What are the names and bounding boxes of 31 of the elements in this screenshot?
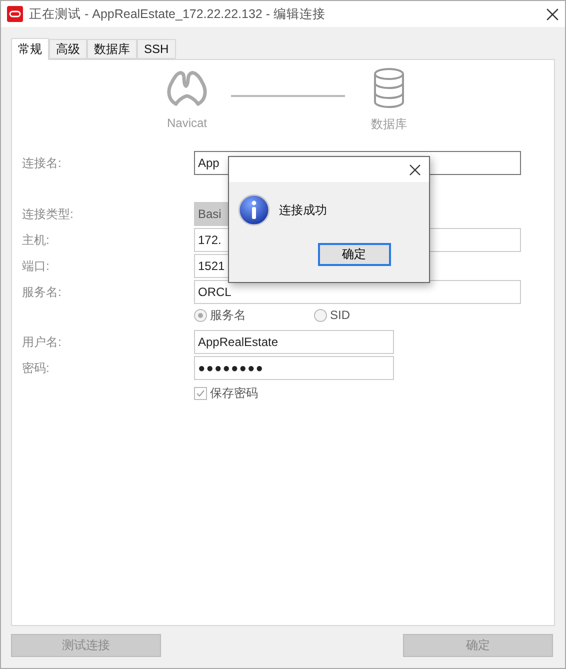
info-icon bbox=[238, 194, 270, 226]
field-label: 连接类型: bbox=[21, 206, 74, 222]
tab[interactable]: 高级 bbox=[49, 39, 87, 59]
radio-button[interactable] bbox=[314, 308, 327, 322]
field-label: 密码: bbox=[21, 360, 50, 376]
field-label: 连接名: bbox=[21, 154, 62, 172]
ok-button[interactable]: 确定 bbox=[318, 243, 390, 266]
input-field[interactable]: AppRealEstate bbox=[194, 330, 394, 354]
tab[interactable]: 数据库 bbox=[87, 39, 137, 59]
tab[interactable]: 常规 bbox=[11, 38, 49, 60]
field-label: 主机: bbox=[21, 232, 50, 248]
checkbox[interactable] bbox=[194, 386, 207, 400]
window-title: 正在测试 - AppRealEstate_172.22.22.132 - 编辑连接 bbox=[29, 6, 326, 22]
node-label: 数据库 bbox=[371, 116, 407, 133]
database-icon bbox=[373, 68, 405, 108]
tab[interactable]: SSH bbox=[137, 39, 176, 59]
field-label: 端口: bbox=[21, 258, 50, 274]
dialog-message: 连接成功 bbox=[279, 202, 327, 218]
checkbox-label: 保存密码 bbox=[210, 384, 258, 402]
radio-label: SID bbox=[330, 308, 350, 322]
app-icon bbox=[7, 6, 23, 22]
radio-label: 服务名 bbox=[210, 306, 246, 324]
close-icon[interactable] bbox=[409, 164, 421, 176]
input-field[interactable]: ORCL bbox=[194, 280, 521, 304]
node-label: Navicat bbox=[166, 116, 207, 130]
password-field[interactable]: ●●●●●●●● bbox=[194, 356, 394, 380]
radio-button[interactable] bbox=[194, 308, 207, 322]
app-logo-icon bbox=[166, 68, 208, 108]
field-label: 用户名: bbox=[21, 334, 62, 350]
field-label: 服务名: bbox=[21, 284, 62, 300]
close-icon[interactable] bbox=[546, 8, 559, 20]
